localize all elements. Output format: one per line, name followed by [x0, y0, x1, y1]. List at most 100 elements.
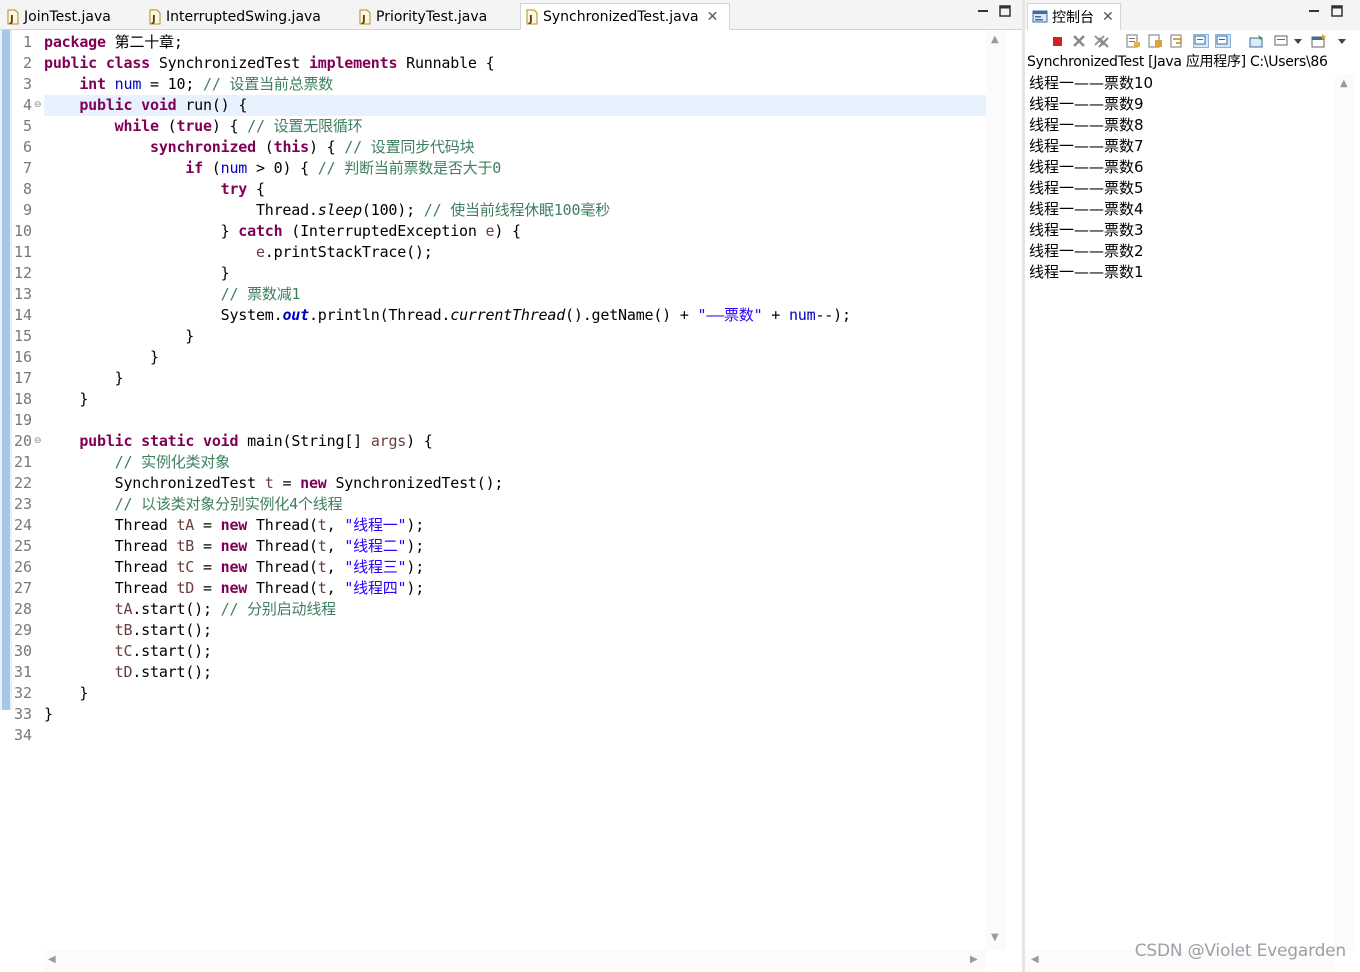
line-number: 2 [22, 54, 32, 72]
maximize-icon[interactable] [1330, 4, 1344, 18]
code-line[interactable]: package 第二十章; [44, 32, 183, 53]
console-output-line: 线程一——票数3 [1029, 221, 1144, 239]
code-token: num [788, 306, 816, 324]
line-number: 16 [13, 348, 32, 366]
code-token: + [762, 306, 789, 324]
code-line[interactable]: e.printStackTrace(); [44, 242, 433, 263]
code-line[interactable]: while (true) { // 设置无限循环 [44, 116, 363, 137]
code-line[interactable]: public static void main(String[] args) { [44, 431, 433, 452]
code-token: , [326, 516, 345, 534]
code-line[interactable]: Thread.sleep(100); // 使当前线程休眠100毫秒 [44, 200, 610, 221]
code-token: Thread( [247, 516, 318, 534]
open-dropdown-icon[interactable] [1337, 34, 1347, 48]
tab-console[interactable]: 控制台 ✕ [1027, 3, 1121, 30]
code-line[interactable]: Thread tC = new Thread(t, "线程三"); [44, 557, 425, 578]
open-console-icon[interactable] [1311, 34, 1327, 48]
console-output[interactable]: 线程一——票数10 线程一——票数9 线程一——票数8 线程一——票数7 线程一——票数… [1029, 73, 1329, 283]
code-line[interactable]: } [44, 263, 230, 284]
code-token: main(String[] [238, 432, 371, 450]
code-line[interactable]: } [44, 683, 88, 704]
code-line[interactable]: Thread tB = new Thread(t, "线程二"); [44, 536, 425, 557]
scroll-left-icon[interactable]: ◀ [48, 954, 56, 965]
show-on-stdout-icon[interactable] [1193, 34, 1209, 48]
code-editor[interactable]: J JoinTest.java J InterruptedSwing.java … [0, 0, 1022, 972]
code-line[interactable]: tA.start(); // 分别启动线程 [44, 599, 336, 620]
console-output-line: 线程一——票数2 [1029, 242, 1144, 260]
close-icon[interactable]: ✕ [1102, 9, 1114, 25]
code-line[interactable]: tC.start(); [44, 641, 212, 662]
code-token: ) { [308, 138, 345, 156]
code-line[interactable]: Thread tA = new Thread(t, "线程一"); [44, 515, 425, 536]
pin-console-icon[interactable] [1249, 34, 1265, 48]
editor-horizontal-scrollbar[interactable]: ◀ ▶ [44, 950, 986, 972]
code-token: .start(); [132, 600, 221, 618]
code-area[interactable]: package 第二十章; public class SynchronizedTe… [44, 30, 986, 950]
code-line[interactable]: // 票数减1 [44, 284, 301, 305]
code-line[interactable]: } [44, 368, 124, 389]
show-on-stderr-icon[interactable] [1215, 34, 1231, 48]
code-line[interactable]: synchronized (this) { // 设置同步代码块 [44, 137, 475, 158]
code-token: } [44, 222, 239, 240]
code-token: --); [815, 306, 851, 324]
scroll-up-icon[interactable]: ▲ [1340, 78, 1348, 89]
code-line[interactable]: try { [44, 179, 265, 200]
display-selected-console-icon[interactable] [1273, 34, 1289, 48]
code-line[interactable]: // 以该类对象分别实例化4个线程 [44, 494, 343, 515]
code-line[interactable]: } [44, 704, 53, 725]
tab-interrupted-swing[interactable]: J InterruptedSwing.java [144, 3, 350, 30]
code-token: Thread [44, 537, 177, 555]
code-token: ) { [211, 117, 248, 135]
code-line[interactable]: public class SynchronizedTest implements… [44, 53, 495, 74]
code-line[interactable]: public void run() { [44, 95, 986, 116]
code-line[interactable]: System.out.println(Thread.currentThread(… [44, 305, 851, 326]
display-dropdown-icon[interactable] [1293, 34, 1303, 48]
line-number: 17 [13, 369, 32, 387]
console-output-line: 线程一——票数9 [1029, 95, 1144, 113]
minimize-icon[interactable] [1307, 4, 1321, 18]
word-wrap-icon[interactable] [1169, 34, 1185, 48]
line-number: 6 [22, 138, 32, 156]
maximize-icon[interactable] [998, 4, 1012, 18]
terminate-icon[interactable] [1049, 34, 1065, 48]
editor-vertical-scrollbar[interactable]: ▲ ▼ [986, 30, 1006, 950]
code-token: (InterruptedException [282, 222, 486, 240]
java-file-icon: J [148, 9, 162, 25]
remove-launch-icon[interactable] [1071, 34, 1087, 48]
scroll-left-icon[interactable]: ◀ [1031, 954, 1039, 965]
code-line[interactable]: // 实例化类对象 [44, 452, 230, 473]
scroll-up-icon[interactable]: ▲ [991, 34, 999, 45]
code-line[interactable]: Thread tD = new Thread(t, "线程四"); [44, 578, 425, 599]
scroll-down-icon[interactable]: ▼ [991, 932, 999, 943]
fold-collapse-icon[interactable]: ⊖ [34, 95, 42, 116]
close-icon[interactable]: ✕ [707, 9, 719, 25]
remove-all-terminated-icon[interactable] [1093, 34, 1109, 48]
tab-priority-test[interactable]: J PriorityTest.java [354, 3, 520, 30]
code-line[interactable]: int num = 10; // 设置当前总票数 [44, 74, 333, 95]
line-number: 12 [13, 264, 32, 282]
fold-collapse-icon[interactable]: ⊖ [34, 431, 42, 452]
minimize-icon[interactable] [976, 4, 990, 18]
code-line[interactable]: } [44, 389, 88, 410]
line-number: 24 [13, 516, 32, 534]
scroll-right-icon[interactable]: ▶ [970, 954, 978, 965]
console-vertical-scrollbar[interactable]: ▲ [1335, 74, 1355, 950]
tab-join-test[interactable]: J JoinTest.java [2, 3, 142, 30]
code-line[interactable]: tB.start(); [44, 620, 212, 641]
code-token: ( [255, 138, 274, 156]
tab-synchronized-test[interactable]: J SynchronizedTest.java ✕ [520, 3, 730, 30]
scroll-lock-icon[interactable] [1147, 34, 1163, 48]
line-number: 3 [22, 75, 32, 93]
code-token: this [273, 138, 310, 156]
code-line[interactable]: tD.start(); [44, 662, 212, 683]
code-token: sleep [317, 201, 362, 219]
code-token: new [300, 474, 327, 492]
code-line[interactable]: } catch (InterruptedException e) { [44, 221, 521, 242]
clear-console-icon[interactable] [1125, 34, 1141, 48]
code-token: Thread [44, 558, 177, 576]
code-line[interactable]: } [44, 347, 159, 368]
code-line[interactable]: } [44, 326, 194, 347]
code-line[interactable]: if (num > 0) { // 判断当前票数是否大于0 [44, 158, 501, 179]
code-line[interactable]: SynchronizedTest t = new SynchronizedTes… [44, 473, 504, 494]
code-token: .printStackTrace(); [264, 243, 433, 261]
